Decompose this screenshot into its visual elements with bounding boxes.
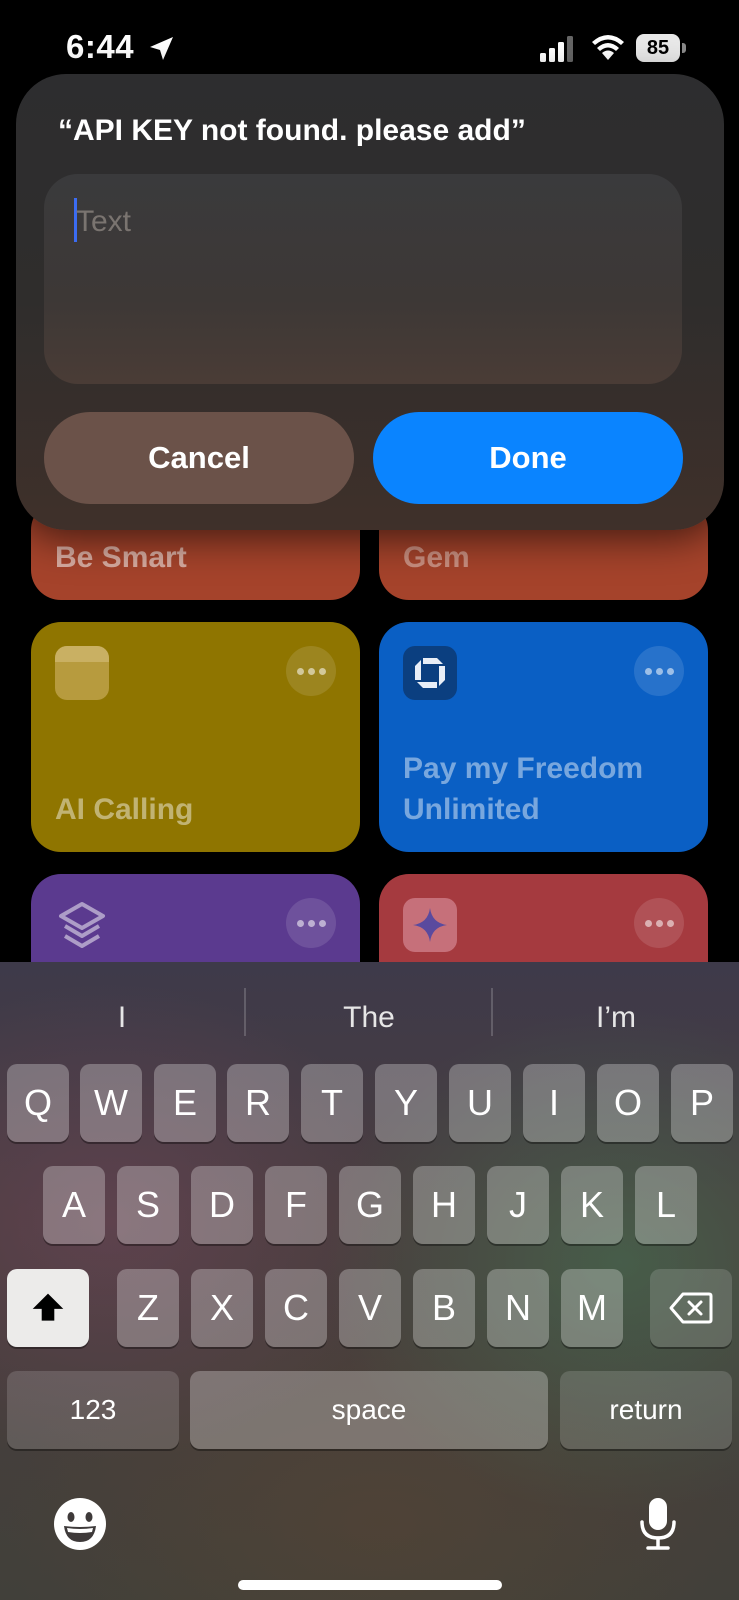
key-w[interactable]: W bbox=[80, 1064, 142, 1142]
location-arrow-icon bbox=[150, 37, 173, 60]
wifi-icon bbox=[592, 35, 624, 60]
shift-arrow-icon bbox=[32, 1293, 64, 1321]
return-key[interactable]: return bbox=[560, 1371, 732, 1449]
done-button[interactable]: Done bbox=[373, 412, 683, 504]
more-options-button[interactable] bbox=[634, 898, 684, 948]
key-m[interactable]: M bbox=[561, 1269, 623, 1347]
key-k[interactable]: K bbox=[561, 1166, 623, 1244]
key-f[interactable]: F bbox=[265, 1166, 327, 1244]
backspace-icon bbox=[669, 1292, 713, 1324]
key-t[interactable]: T bbox=[301, 1064, 363, 1142]
shortcut-title: Be Smart bbox=[55, 541, 187, 574]
key-j[interactable]: J bbox=[487, 1166, 549, 1244]
key-x[interactable]: X bbox=[191, 1269, 253, 1347]
key-a[interactable]: A bbox=[43, 1166, 105, 1244]
emoji-icon[interactable] bbox=[52, 1496, 108, 1552]
key-n[interactable]: N bbox=[487, 1269, 549, 1347]
key-c[interactable]: C bbox=[265, 1269, 327, 1347]
cancel-button[interactable]: Cancel bbox=[44, 412, 354, 504]
more-options-button[interactable] bbox=[634, 646, 684, 696]
delete-key[interactable] bbox=[650, 1269, 732, 1347]
battery-level: 85 bbox=[636, 34, 680, 62]
key-s[interactable]: S bbox=[117, 1166, 179, 1244]
notes-icon bbox=[55, 646, 109, 700]
key-l[interactable]: L bbox=[635, 1166, 697, 1244]
microphone-icon[interactable] bbox=[636, 1496, 680, 1552]
key-z[interactable]: Z bbox=[117, 1269, 179, 1347]
suggestion-3[interactable]: I’m bbox=[494, 990, 738, 1046]
key-v[interactable]: V bbox=[339, 1269, 401, 1347]
status-time: 6:44 bbox=[66, 28, 135, 65]
shortcut-tile-ai-calling[interactable]: AI Calling bbox=[31, 622, 360, 852]
key-o[interactable]: O bbox=[597, 1064, 659, 1142]
key-h[interactable]: H bbox=[413, 1166, 475, 1244]
battery-icon: 85 bbox=[636, 34, 686, 62]
key-y[interactable]: Y bbox=[375, 1064, 437, 1142]
home-indicator[interactable] bbox=[238, 1580, 502, 1590]
suggestion-divider bbox=[491, 988, 493, 1036]
key-q[interactable]: Q bbox=[7, 1064, 69, 1142]
shift-key[interactable] bbox=[7, 1269, 89, 1347]
key-g[interactable]: G bbox=[339, 1166, 401, 1244]
api-key-text-input[interactable] bbox=[74, 196, 658, 248]
space-key[interactable]: space bbox=[190, 1371, 548, 1449]
text-input-container[interactable] bbox=[44, 174, 682, 384]
battery-tip bbox=[682, 43, 686, 53]
key-r[interactable]: R bbox=[227, 1064, 289, 1142]
key-d[interactable]: D bbox=[191, 1166, 253, 1244]
key-b[interactable]: B bbox=[413, 1269, 475, 1347]
cellular-signal-icon bbox=[540, 36, 573, 62]
suggestion-2[interactable]: The bbox=[247, 990, 491, 1046]
chase-bank-icon bbox=[403, 646, 457, 700]
key-i[interactable]: I bbox=[523, 1064, 585, 1142]
suggestion-divider bbox=[244, 988, 246, 1036]
suggestion-1[interactable]: I bbox=[0, 990, 244, 1046]
more-options-button[interactable] bbox=[286, 898, 336, 948]
dialog-title: “API KEY not found. please add” bbox=[58, 114, 526, 147]
shortcut-tile-pay-freedom[interactable]: Pay my Freedom Unlimited bbox=[379, 622, 708, 852]
shortcut-title: AI Calling bbox=[55, 793, 194, 826]
shortcut-title: Gem bbox=[403, 541, 470, 574]
key-p[interactable]: P bbox=[671, 1064, 733, 1142]
api-key-dialog: “API KEY not found. please add” Cancel D… bbox=[16, 74, 724, 530]
keyboard: I The I’m Q W E R T Y U I O P A S D F G … bbox=[0, 962, 739, 1600]
shortcut-title: Pay my Freedom Unlimited bbox=[403, 752, 644, 826]
key-e[interactable]: E bbox=[154, 1064, 216, 1142]
sparkle-icon bbox=[403, 898, 457, 952]
key-u[interactable]: U bbox=[449, 1064, 511, 1142]
layers-icon bbox=[59, 902, 105, 948]
more-options-button[interactable] bbox=[286, 646, 336, 696]
numbers-key[interactable]: 123 bbox=[7, 1371, 179, 1449]
